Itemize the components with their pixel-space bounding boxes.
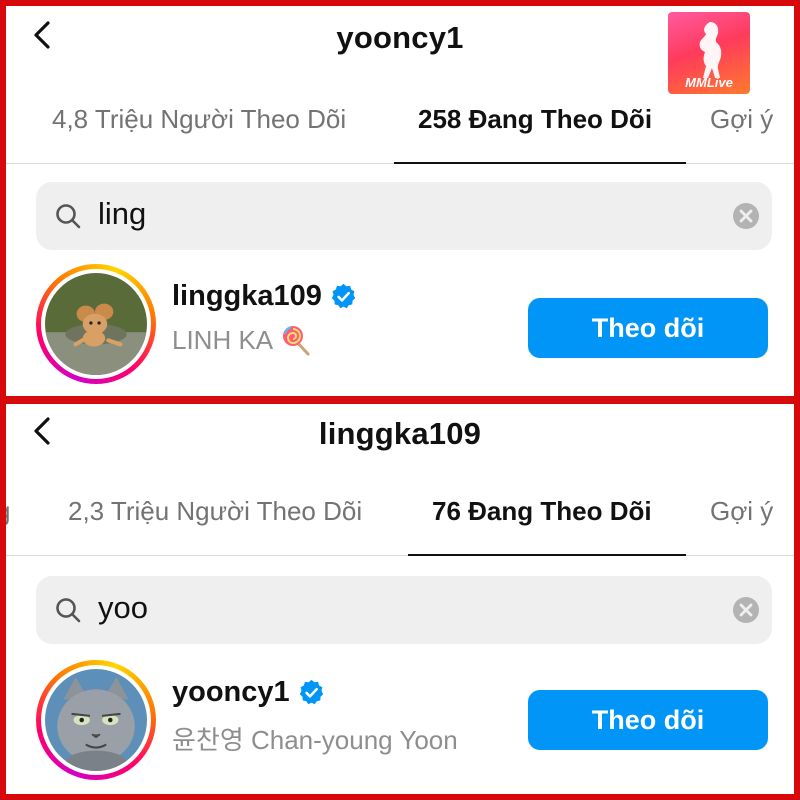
result-fullname: LINH KA bbox=[172, 324, 313, 356]
active-tab-underline bbox=[408, 554, 686, 556]
verified-badge-icon bbox=[299, 679, 323, 705]
tab-suggestions[interactable]: Gợi ý bbox=[710, 104, 773, 135]
search-icon bbox=[56, 204, 81, 229]
follow-tabs: 4,8 Triệu Người Theo Dõi 258 Đang Theo D… bbox=[6, 86, 794, 164]
search-result-row[interactable]: linggka109 LINH KA Theo dõi bbox=[6, 264, 794, 394]
tab-following[interactable]: 76 Đang Theo Dõi bbox=[432, 496, 652, 527]
tab-partial[interactable]: g bbox=[6, 496, 10, 527]
fullname-text: 윤찬영 Chan-young Yoon bbox=[172, 725, 458, 755]
result-fullname: 윤찬영 Chan-young Yoon bbox=[172, 720, 458, 757]
follow-tabs: g 2,3 Triệu Người Theo Dõi 76 Đang Theo … bbox=[6, 478, 794, 556]
result-username[interactable]: yooncy1 bbox=[172, 676, 325, 709]
clear-search-icon[interactable] bbox=[732, 596, 760, 624]
search-input[interactable]: ling bbox=[98, 196, 146, 232]
tab-suggestions[interactable]: Gợi ý bbox=[710, 496, 773, 527]
search-bar[interactable]: ling bbox=[36, 182, 772, 250]
lollipop-emoji-icon bbox=[283, 326, 310, 356]
search-result-row[interactable]: yooncy1 윤찬영 Chan-young Yoon Theo dõi bbox=[6, 660, 794, 790]
avatar-story-ring[interactable] bbox=[36, 264, 156, 384]
avatar bbox=[45, 273, 147, 375]
search-icon bbox=[56, 598, 81, 623]
profile-username-title: linggka109 bbox=[318, 416, 482, 451]
follow-button[interactable]: Theo dõi bbox=[528, 298, 768, 358]
tab-following[interactable]: 258 Đang Theo Dõi bbox=[418, 104, 652, 135]
tab-followers[interactable]: 4,8 Triệu Người Theo Dõi bbox=[52, 104, 346, 135]
cat-cartoon-avatar-icon bbox=[45, 669, 147, 771]
avatar-story-ring[interactable] bbox=[36, 660, 156, 780]
username-text[interactable]: linggka109 bbox=[172, 280, 322, 313]
fullname-text: LINH KA bbox=[172, 324, 274, 355]
top-screenshot-panel: yooncy1 MMLive 4,8 Triệu Người Theo Dõi … bbox=[0, 0, 800, 402]
bottom-screenshot-panel: linggka109 g 2,3 Triệu Người Theo Dõi 76… bbox=[0, 398, 800, 800]
clear-search-icon[interactable] bbox=[732, 202, 760, 230]
search-input[interactable]: yoo bbox=[98, 590, 148, 626]
mouse-cartoon-avatar-icon bbox=[45, 273, 147, 375]
search-bar[interactable]: yoo bbox=[36, 576, 772, 644]
tab-followers[interactable]: 2,3 Triệu Người Theo Dõi bbox=[68, 496, 362, 527]
verified-badge-icon bbox=[331, 283, 356, 309]
mmlive-logo: MMLive bbox=[668, 12, 750, 94]
follow-button[interactable]: Theo dõi bbox=[528, 690, 768, 750]
profile-header: linggka109 bbox=[6, 404, 794, 464]
result-username[interactable]: linggka109 bbox=[172, 280, 357, 313]
username-text[interactable]: yooncy1 bbox=[172, 676, 290, 709]
active-tab-underline bbox=[394, 162, 686, 164]
profile-header: yooncy1 MMLive bbox=[6, 6, 794, 94]
avatar bbox=[45, 669, 147, 771]
